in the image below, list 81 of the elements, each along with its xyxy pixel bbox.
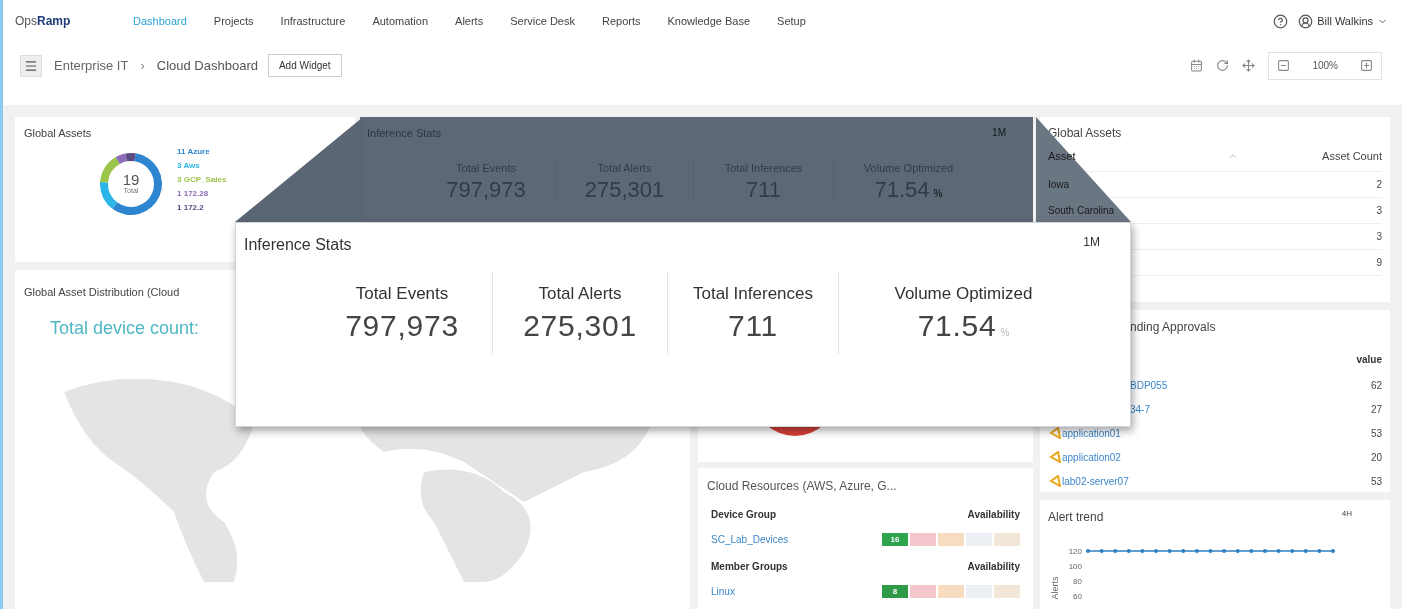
legend-item: 1 172.2 — [177, 202, 205, 213]
menu-button[interactable] — [20, 54, 42, 77]
nav-tab[interactable]: Setup — [777, 12, 806, 30]
breadcrumb-link[interactable]: Enterprise IT — [54, 55, 129, 76]
card-title: Alert trend — [1048, 509, 1104, 526]
card-title: Global Asset Distribution (Cloud — [24, 285, 180, 300]
nav-tab[interactable]: Reports — [601, 12, 641, 30]
donut-total: 19 — [122, 171, 140, 187]
stat-label: Total Alerts — [538, 283, 622, 305]
zoom-out-icon[interactable] — [1277, 59, 1291, 72]
device-count: Total device count: — [50, 316, 200, 340]
refresh-icon[interactable] — [1216, 59, 1230, 72]
stat-value: 275,301 — [523, 307, 637, 344]
legend-item: 3 Aws — [177, 160, 201, 171]
column-header: Device Group — [711, 508, 777, 522]
column-header: Asset Count — [1322, 149, 1382, 164]
table-cell-text: 20 — [1370, 450, 1382, 465]
table-cell-text: 3 — [1376, 229, 1382, 244]
menu-icon — [24, 58, 38, 73]
nav-tab[interactable]: Automation — [372, 12, 429, 30]
nav-tab[interactable]: Service Desk — [510, 12, 575, 30]
card-title: Cloud Resources (AWS, Azure, G... — [707, 478, 898, 495]
stat-value: 797,973 — [345, 307, 459, 344]
user-menu[interactable]: Bill Walkins — [1298, 12, 1388, 30]
table-cell-text: 53 — [1370, 474, 1382, 489]
stat-label: Volume Optimized — [894, 283, 1033, 305]
legend-item: 1 172.28 — [177, 188, 210, 199]
table-cell-text: 27 — [1370, 402, 1382, 417]
availability-badge: 8 — [882, 585, 908, 598]
table-cell-text: 9 — [1376, 255, 1382, 270]
server-link[interactable]: application01 — [1062, 425, 1121, 441]
stat-value: 71.54 — [917, 307, 997, 344]
zoom-level: 100% — [1312, 59, 1338, 73]
stat-unit: % — [1000, 325, 1010, 340]
axis-tick: 100 — [1068, 561, 1082, 573]
move-icon[interactable] — [1242, 59, 1256, 72]
axis-label: Alerts — [1049, 576, 1059, 600]
column-header: value — [1356, 353, 1382, 367]
server-link[interactable]: application02 — [1062, 449, 1121, 465]
user-icon — [1298, 13, 1314, 29]
legend-item: 3 GCP_Sales — [177, 174, 227, 185]
card-title: Inference Stats — [244, 235, 352, 255]
breadcrumb-separator: › — [140, 56, 145, 75]
table-cell-text: 62 — [1370, 378, 1382, 393]
axis-tick: 80 — [1073, 576, 1082, 588]
table-cell-text: 2 — [1376, 177, 1382, 192]
nav-tab[interactable]: Projects — [213, 12, 254, 30]
card-title: Global Assets — [24, 126, 93, 141]
group-link[interactable]: SC_Lab_Devices — [711, 532, 789, 547]
stat-unit: % — [933, 187, 943, 201]
axis-tick: 120 — [1068, 546, 1082, 558]
column-header: Availability — [967, 508, 1020, 522]
legend-item: 11 Azure — [177, 146, 211, 157]
table-cell-text: South Carolina — [1048, 203, 1115, 218]
help-icon[interactable] — [1273, 13, 1289, 29]
stat-value: 711 — [727, 307, 779, 344]
breadcrumb-current: Cloud Dashboard — [156, 56, 258, 75]
table-cell-text: 3 — [1376, 203, 1382, 218]
table-cell-text: 53 — [1370, 426, 1382, 441]
server-link[interactable]: lab02-server07 — [1062, 473, 1129, 489]
calendar-icon[interactable] — [1190, 59, 1204, 72]
period-label: 1M — [992, 126, 1006, 140]
nav-tab[interactable]: Infrastructure — [280, 12, 346, 30]
availability-badge: 16 — [882, 533, 908, 546]
zoom-in-icon[interactable] — [1360, 59, 1373, 72]
server-link[interactable]: 34-7 — [1130, 401, 1150, 417]
stat-label: Total Events — [355, 283, 449, 305]
period-label: 1M — [1083, 234, 1100, 251]
axis-tick: 60 — [1073, 591, 1082, 603]
table-cell-text: Iowa — [1048, 177, 1070, 192]
period-label: 4H — [1341, 508, 1352, 520]
server-link[interactable]: BDP055 — [1130, 377, 1168, 393]
add-widget-button[interactable]: Add Widget — [267, 54, 342, 77]
nav-tab[interactable]: Alerts — [455, 12, 484, 30]
nav-tab[interactable]: Knowledge Base — [667, 12, 751, 30]
column-header: Availability — [967, 560, 1020, 574]
card-title: nding Approvals — [1129, 319, 1217, 336]
column-header: Member Groups — [711, 560, 788, 574]
logo[interactable]: OpsRamp — [15, 12, 133, 30]
stat-label: Total Inferences — [693, 283, 813, 305]
group-link[interactable]: Linux — [711, 584, 735, 599]
